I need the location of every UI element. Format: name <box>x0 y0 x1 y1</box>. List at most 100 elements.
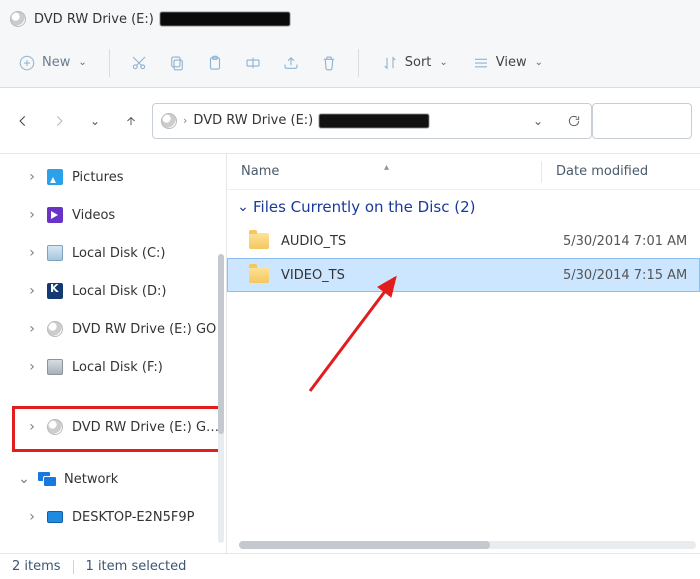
sidebar-item-videos[interactable]: Videos <box>0 196 226 234</box>
tree-label: Local Disk (D:) <box>72 284 226 299</box>
new-button-label: New <box>42 55 70 70</box>
file-date: 5/30/2014 7:15 AM <box>563 268 687 283</box>
copy-icon <box>168 54 186 72</box>
sidebar-item-dvd-drive[interactable]: DVD RW Drive (E:) GO <box>0 310 226 348</box>
divider <box>109 49 110 77</box>
folder-icon <box>249 267 269 283</box>
trash-icon <box>320 54 338 72</box>
scrollbar-thumb[interactable] <box>218 254 224 434</box>
refresh-icon <box>567 114 581 128</box>
divider <box>73 560 74 574</box>
plus-circle-icon <box>18 54 36 72</box>
chevron-down-icon <box>237 199 249 215</box>
forward-button[interactable] <box>44 106 74 136</box>
tree-label: DVD RW Drive (E:) GO <box>72 322 226 337</box>
address-bar[interactable]: › DVD RW Drive (E:) ⌄ <box>152 103 592 139</box>
delete-button[interactable] <box>312 48 346 78</box>
annotation-box <box>12 406 224 452</box>
arrow-left-icon <box>16 114 30 128</box>
share-button[interactable] <box>274 48 308 78</box>
scrollbar-thumb[interactable] <box>239 541 490 549</box>
file-date: 5/30/2014 7:01 AM <box>563 234 687 249</box>
chevron-down-icon: ⌄ <box>533 114 543 128</box>
breadcrumb[interactable]: DVD RW Drive (E:) <box>193 113 313 128</box>
sidebar-item-local-disk-c[interactable]: Local Disk (C:) <box>0 234 226 272</box>
sidebar-item-desktop-pc[interactable]: DESKTOP-E2N5F9P <box>0 498 226 536</box>
share-icon <box>282 54 300 72</box>
horizontal-scrollbar[interactable] <box>239 541 696 549</box>
chevron-right-icon: › <box>183 114 187 127</box>
tree-label: Pictures <box>72 170 226 185</box>
file-row-video-ts[interactable]: VIDEO_TS 5/30/2014 7:15 AM <box>227 258 700 292</box>
file-name: VIDEO_TS <box>281 268 563 283</box>
sort-icon <box>381 54 399 72</box>
arrow-up-icon <box>124 114 138 128</box>
disc-icon <box>47 321 63 337</box>
navigation-tree: Pictures Videos Local Disk (C:) Local Di… <box>0 154 226 553</box>
tree-label: Network <box>64 472 226 487</box>
status-item-count: 2 items <box>12 559 61 574</box>
videos-icon <box>47 207 63 223</box>
sort-button-label: Sort <box>405 55 432 70</box>
new-button[interactable]: New ⌄ <box>8 48 97 78</box>
command-bar: New ⌄ Sort ⌄ View ⌄ <box>0 38 700 88</box>
address-history-button[interactable]: ⌄ <box>523 106 553 136</box>
chevron-down-icon: ⌄ <box>90 114 100 128</box>
group-header[interactable]: Files Currently on the Disc (2) <box>227 190 700 224</box>
sidebar-item-local-disk-d[interactable]: Local Disk (D:) <box>0 272 226 310</box>
column-header-name[interactable]: Name <box>227 164 541 179</box>
status-bar: 2 items 1 item selected <box>0 553 700 579</box>
sort-button[interactable]: Sort ⌄ <box>371 48 458 78</box>
disc-icon <box>10 11 26 27</box>
tree-label: Videos <box>72 208 226 223</box>
drive-icon <box>47 283 63 299</box>
search-input[interactable] <box>592 103 692 139</box>
sidebar-item-local-disk-f[interactable]: Local Disk (F:) <box>0 348 226 386</box>
redacted-text <box>160 12 290 26</box>
title-bar: DVD RW Drive (E:) <box>0 0 700 38</box>
navigation-row: ⌄ › DVD RW Drive (E:) ⌄ <box>0 88 700 154</box>
disc-icon <box>161 113 177 129</box>
clipboard-icon <box>206 54 224 72</box>
scissors-icon <box>130 54 148 72</box>
chevron-down-icon: ⌄ <box>439 57 447 68</box>
sidebar-item-pictures[interactable]: Pictures <box>0 158 226 196</box>
drive-icon <box>47 359 63 375</box>
view-button-label: View <box>496 55 527 70</box>
column-headers: Name Date modified <box>227 154 700 190</box>
drive-icon <box>47 245 63 261</box>
up-button[interactable] <box>116 106 146 136</box>
rename-icon <box>244 54 262 72</box>
column-label: Name <box>241 164 279 179</box>
pictures-icon <box>47 169 63 185</box>
paste-button[interactable] <box>198 48 232 78</box>
network-icon <box>38 472 56 486</box>
file-name: AUDIO_TS <box>281 234 563 249</box>
column-label: Date modified <box>556 164 648 179</box>
rename-button[interactable] <box>236 48 270 78</box>
pc-icon <box>47 511 63 523</box>
redacted-text <box>319 114 429 128</box>
file-list-pane: Name Date modified Files Currently on th… <box>226 154 700 553</box>
arrow-right-icon <box>52 114 66 128</box>
recent-locations-button[interactable]: ⌄ <box>80 106 110 136</box>
tree-label: Local Disk (C:) <box>72 246 226 261</box>
file-row-audio-ts[interactable]: AUDIO_TS 5/30/2014 7:01 AM <box>227 224 700 258</box>
divider <box>358 49 359 77</box>
chevron-down-icon: ⌄ <box>78 57 86 68</box>
chevron-down-icon: ⌄ <box>535 57 543 68</box>
folder-icon <box>249 233 269 249</box>
refresh-button[interactable] <box>559 106 589 136</box>
status-selected-count: 1 item selected <box>86 559 187 574</box>
column-header-date[interactable]: Date modified <box>542 164 662 179</box>
tree-label: DESKTOP-E2N5F9P <box>72 510 226 525</box>
cut-button[interactable] <box>122 48 156 78</box>
tree-label: Local Disk (F:) <box>72 360 226 375</box>
list-icon <box>472 54 490 72</box>
view-button[interactable]: View ⌄ <box>462 48 553 78</box>
back-button[interactable] <box>8 106 38 136</box>
copy-button[interactable] <box>160 48 194 78</box>
window-title: DVD RW Drive (E:) <box>34 12 154 27</box>
sidebar-item-network[interactable]: Network <box>0 460 226 498</box>
group-label: Files Currently on the Disc (2) <box>253 198 475 216</box>
